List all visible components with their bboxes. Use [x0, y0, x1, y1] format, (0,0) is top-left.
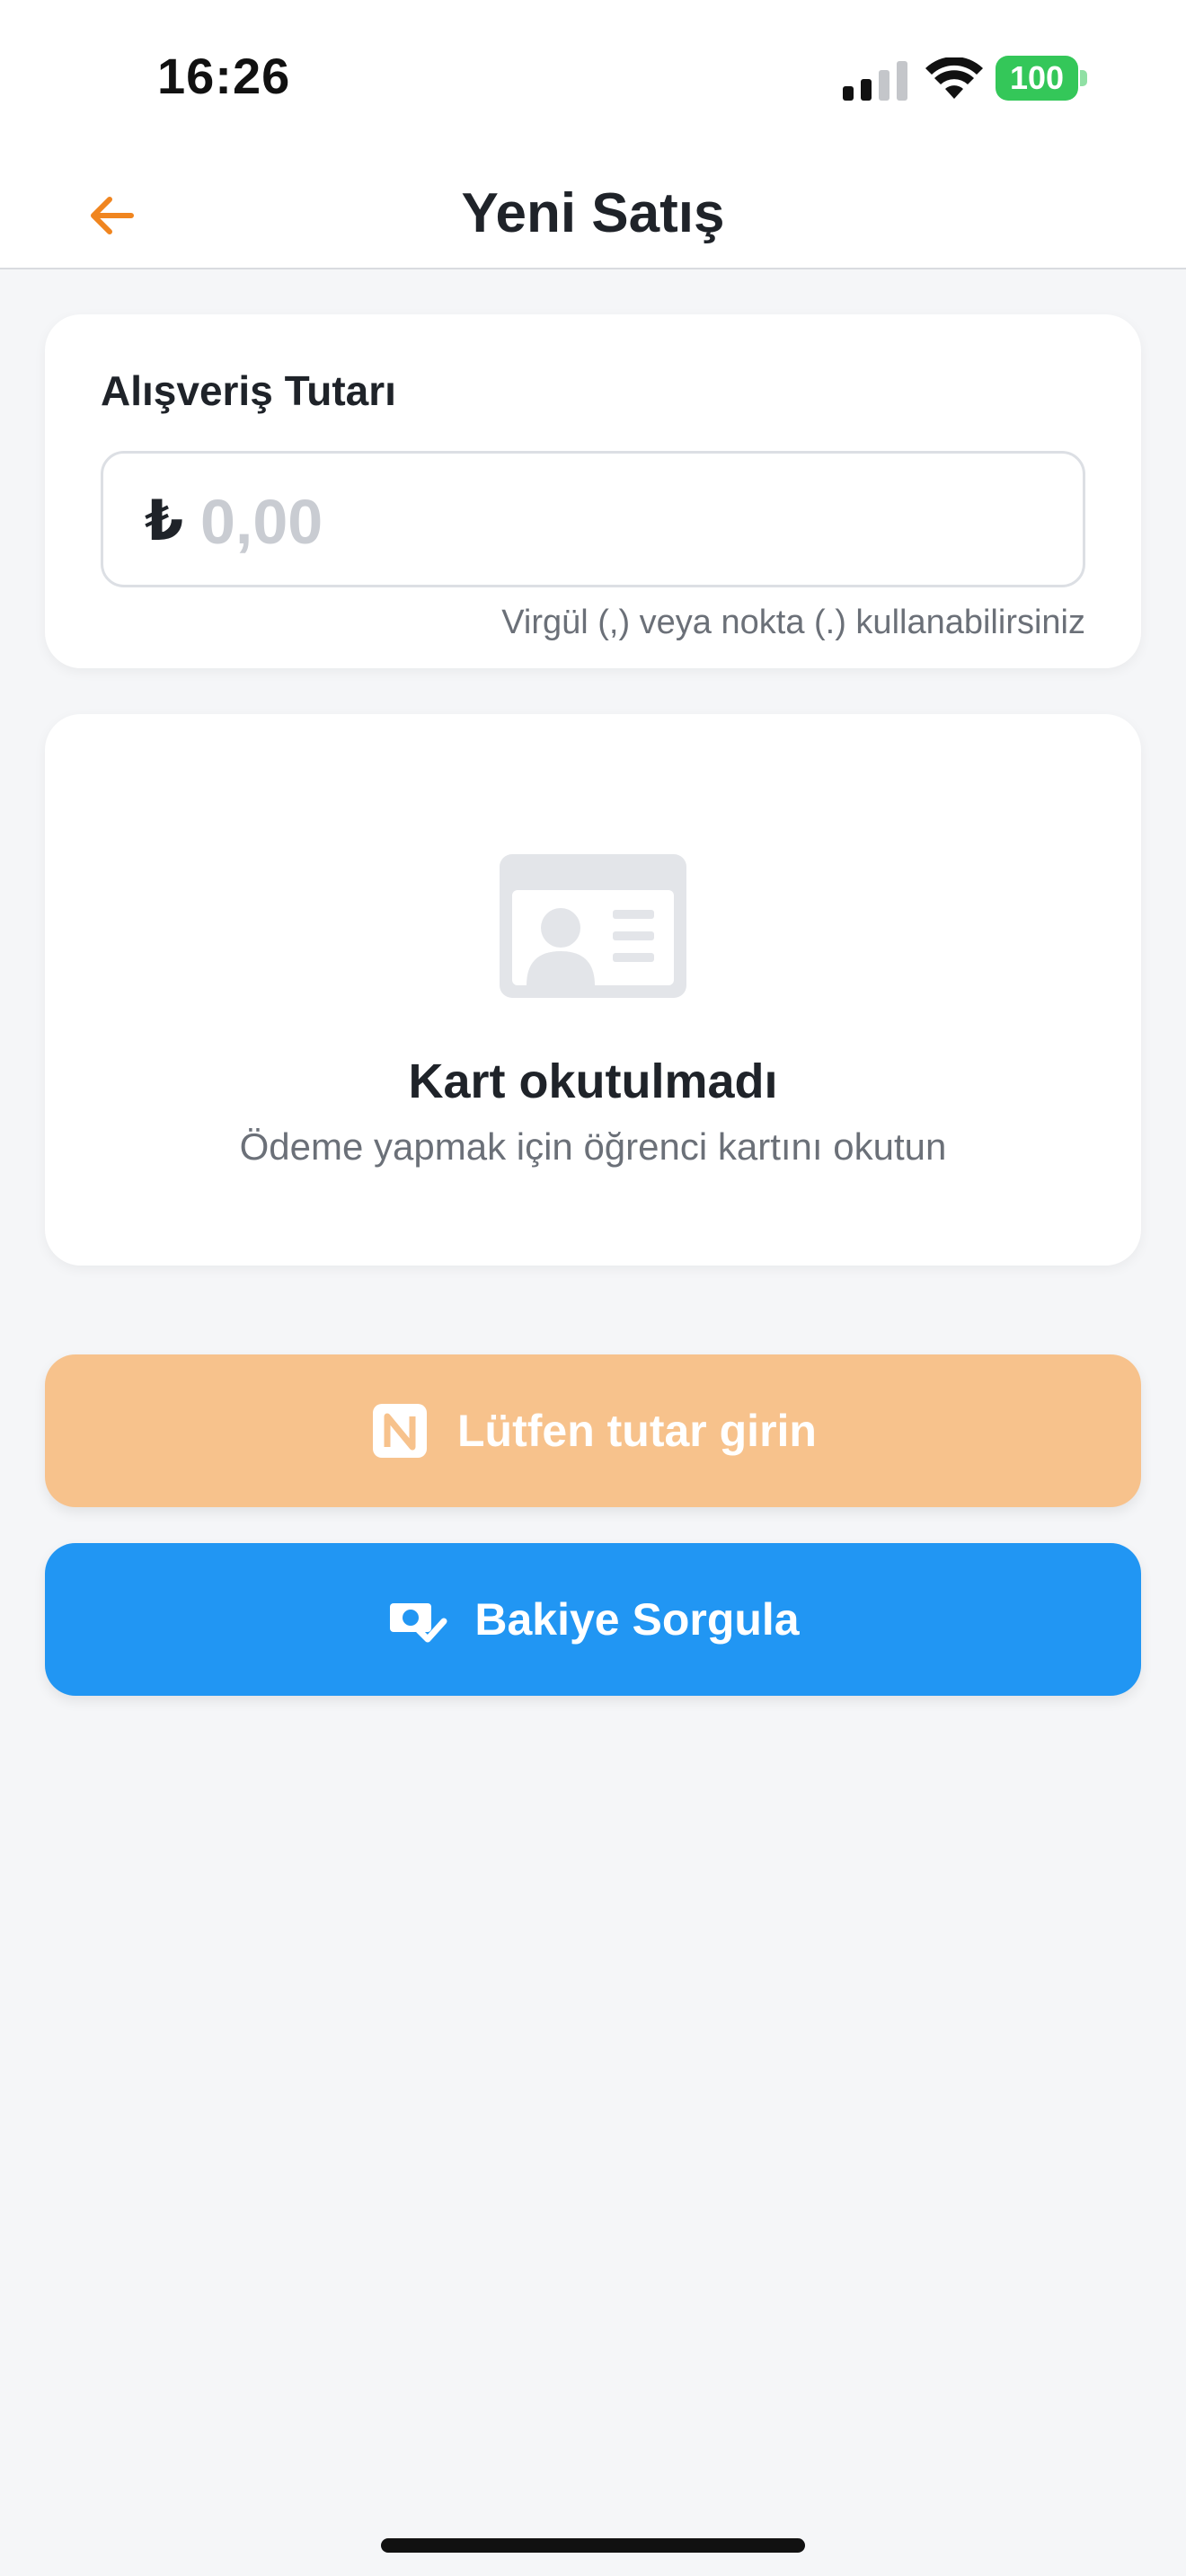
nav-header: Yeni Satış	[0, 153, 1186, 269]
signal-icon	[843, 61, 907, 101]
home-indicator[interactable]	[381, 2538, 805, 2553]
money-check-icon	[386, 1589, 447, 1650]
status-bar: 16:26 100	[0, 0, 1186, 153]
nfc-icon	[369, 1400, 430, 1461]
wifi-icon	[925, 57, 983, 99]
balance-inquiry-button[interactable]: Bakiye Sorgula	[45, 1543, 1141, 1696]
page-title: Yeni Satış	[461, 182, 725, 244]
card-status-subtitle: Ödeme yapmak için öğrenci kartını okutun	[239, 1125, 947, 1168]
battery-icon: 100	[996, 56, 1078, 101]
screen: 16:26 100 Yeni Satış Alışveriş Tutarı ₺ …	[0, 0, 1186, 2576]
balance-inquiry-label: Bakiye Sorgula	[474, 1594, 800, 1645]
amount-input[interactable]	[200, 481, 1009, 563]
amount-label: Alışveriş Tutarı	[101, 367, 396, 414]
battery-tip	[1080, 70, 1087, 86]
status-icons: 100	[836, 56, 1105, 104]
pay-button[interactable]: Lütfen tutar girin	[45, 1354, 1141, 1507]
card-status-title: Kart okutulmadı	[408, 1054, 778, 1108]
amount-hint: Virgül (,) veya nokta (.) kullanabilirsi…	[501, 604, 1085, 641]
pay-button-label: Lütfen tutar girin	[457, 1406, 817, 1456]
amount-field[interactable]: ₺	[101, 451, 1085, 587]
id-card-icon	[500, 854, 686, 998]
amount-card: Alışveriş Tutarı ₺ Virgül (,) veya nokta…	[45, 314, 1141, 668]
card-status-panel: Kart okutulmadı Ödeme yapmak için öğrenc…	[45, 714, 1141, 1266]
status-time: 16:26	[157, 48, 291, 104]
currency-symbol: ₺	[145, 490, 184, 552]
